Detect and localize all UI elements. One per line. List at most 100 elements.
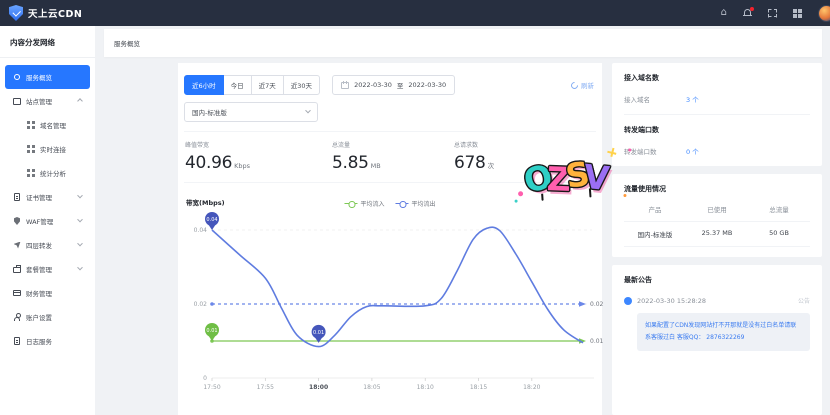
range-button-today[interactable]: 今日 bbox=[223, 75, 252, 95]
ports-row: 转发端口数 0 个 bbox=[624, 146, 810, 156]
ports-count[interactable]: 0 个 bbox=[686, 146, 699, 156]
bandwidth-chart-area: 带宽(Mbps) 平均流入 平均流出 00.020.0417:5017:5518… bbox=[184, 188, 596, 406]
ports-card-title: 转发端口数 bbox=[624, 125, 810, 135]
sidebar-item-realtime-connections[interactable]: 实时连接 bbox=[5, 137, 90, 161]
stats-row: 峰值带宽 40.96 Kbps 总流量 5.85 MB 总请求数 678 次 bbox=[184, 131, 596, 183]
time-range-segmented: 近6小时 今日 近7天 近30天 bbox=[184, 75, 320, 95]
domains-card-title: 接入域名数 bbox=[624, 73, 810, 83]
svg-text:17:55: 17:55 bbox=[257, 384, 274, 391]
stat-peak-bandwidth: 峰值带宽 40.96 Kbps bbox=[184, 140, 331, 173]
domains-row: 接入域名 3 个 bbox=[624, 94, 810, 104]
stat-total-requests: 总请求数 678 次 bbox=[453, 140, 494, 173]
svg-text:0.04: 0.04 bbox=[206, 217, 217, 223]
stat-value: 5.85 bbox=[332, 153, 369, 173]
site-icon bbox=[13, 97, 21, 105]
date-range-picker[interactable]: 2022-03-30 至 2022-03-30 bbox=[332, 75, 455, 95]
main-panel: 近6小时 今日 近7天 近30天 2022-03-30 至 2022-03-30… bbox=[178, 63, 602, 415]
traffic-table-row: 国内-标准版 25.37 MB 50 GB bbox=[624, 222, 810, 247]
svg-text:18:20: 18:20 bbox=[523, 384, 540, 391]
range-button-7d[interactable]: 近7天 bbox=[251, 75, 284, 95]
chevron-down-icon bbox=[77, 193, 83, 199]
sidebar-item-service-overview[interactable]: 服务概览 bbox=[5, 65, 90, 89]
navbar-actions: ⌂ bbox=[721, 5, 830, 22]
sidebar-item-account-settings[interactable]: 账户设置 bbox=[5, 305, 90, 329]
announcement-item[interactable]: 2022-03-30 15:28:28 公告 bbox=[624, 296, 810, 305]
grid-icon bbox=[27, 145, 35, 153]
forward-icon bbox=[13, 241, 21, 249]
stat-unit: MB bbox=[371, 162, 381, 170]
finance-icon bbox=[13, 289, 21, 297]
shield-icon bbox=[13, 217, 21, 225]
chart-title: 带宽(Mbps) bbox=[186, 197, 225, 207]
svg-text:0.01: 0.01 bbox=[590, 338, 604, 345]
date-start: 2022-03-30 bbox=[354, 81, 392, 89]
user-icon bbox=[13, 313, 21, 321]
breadcrumb: 服务概览 bbox=[104, 29, 822, 57]
plan-select[interactable]: 国内-标准版 bbox=[184, 102, 318, 122]
breadcrumb-current: 服务概览 bbox=[114, 38, 140, 48]
package-icon bbox=[13, 265, 21, 273]
grid-icon bbox=[27, 169, 35, 177]
top-navbar: 天上云CDN ⌂ bbox=[0, 0, 830, 26]
sidebar-item-finance[interactable]: 财务管理 bbox=[5, 281, 90, 305]
sidebar-item-certificates[interactable]: 证书管理 bbox=[5, 185, 90, 209]
stat-value: 678 bbox=[454, 153, 486, 173]
svg-text:0.04: 0.04 bbox=[194, 227, 208, 234]
bell-icon[interactable] bbox=[743, 8, 752, 18]
svg-text:0.01: 0.01 bbox=[313, 330, 324, 336]
sidebar-item-log-service[interactable]: 日志服务 bbox=[5, 329, 90, 353]
bandwidth-chart: 00.020.0417:5017:5518:0018:0518:1018:151… bbox=[184, 201, 608, 401]
certificate-icon bbox=[13, 193, 21, 201]
svg-text:0: 0 bbox=[203, 375, 207, 382]
svg-text:18:00: 18:00 bbox=[309, 384, 328, 391]
right-column: 接入域名数 接入域名 3 个 转发端口数 转发端口数 0 个 流量使用情况 产品… bbox=[612, 63, 822, 415]
fullscreen-icon[interactable] bbox=[768, 9, 777, 18]
sidebar-title: 内容分发网络 bbox=[0, 26, 95, 58]
home-icon[interactable]: ⌂ bbox=[721, 8, 727, 18]
range-button-6h[interactable]: 近6小时 bbox=[184, 75, 224, 95]
refresh-icon bbox=[570, 80, 580, 90]
svg-text:0.02: 0.02 bbox=[590, 301, 604, 308]
apps-grid-icon[interactable] bbox=[793, 9, 802, 18]
chart-legend: 平均流入 平均流出 bbox=[344, 199, 435, 208]
overview-icon bbox=[13, 73, 21, 81]
stat-unit: Kbps bbox=[234, 162, 250, 170]
traffic-card-title: 流量使用情况 bbox=[624, 184, 810, 194]
announcement-dot-icon bbox=[624, 297, 632, 305]
traffic-table-header: 产品 已使用 总流量 bbox=[624, 197, 810, 222]
notification-badge bbox=[750, 7, 754, 11]
range-button-30d[interactable]: 近30天 bbox=[283, 75, 320, 95]
svg-text:0.01: 0.01 bbox=[206, 328, 217, 334]
calendar-icon bbox=[341, 81, 349, 89]
sidebar-item-waf[interactable]: WAF管理 bbox=[5, 209, 90, 233]
svg-text:0.02: 0.02 bbox=[194, 301, 208, 308]
legend-item-avg-out[interactable]: 平均流出 bbox=[396, 199, 436, 208]
brand-shield-icon bbox=[9, 5, 23, 21]
announcement-message: 如果配置了CDN发现网站打不开那就是没有过白名单请联系客服过白 客服QQ： 28… bbox=[637, 313, 810, 351]
grid-icon bbox=[27, 121, 35, 129]
domains-count[interactable]: 3 个 bbox=[686, 94, 699, 104]
sidebar-item-site-management[interactable]: 站点管理 bbox=[5, 89, 90, 113]
svg-text:18:10: 18:10 bbox=[417, 384, 434, 391]
avatar[interactable] bbox=[818, 5, 830, 22]
brand-name: 天上云CDN bbox=[28, 6, 82, 20]
sidebar-item-statistics[interactable]: 统计分析 bbox=[5, 161, 90, 185]
legend-item-avg-in[interactable]: 平均流入 bbox=[344, 199, 384, 208]
app-root: 天上云CDN ⌂ 内容分发网络 服务概览 站点管理 域名管理 bbox=[0, 0, 830, 415]
log-icon bbox=[13, 337, 21, 345]
refresh-button[interactable]: 刷新 bbox=[571, 80, 596, 90]
svg-text:18:15: 18:15 bbox=[470, 384, 487, 391]
sidebar-item-domain-management[interactable]: 域名管理 bbox=[5, 113, 90, 137]
plan-row: 国内-标准版 bbox=[184, 102, 596, 122]
stat-total-traffic: 总流量 5.85 MB bbox=[331, 140, 453, 173]
traffic-usage-card: 流量使用情况 产品 已使用 总流量 国内-标准版 25.37 MB 50 GB bbox=[612, 174, 822, 257]
sidebar-item-packages[interactable]: 套餐管理 bbox=[5, 257, 90, 281]
date-end: 2022-03-30 bbox=[408, 81, 446, 89]
stat-value: 40.96 bbox=[185, 153, 232, 173]
card-divider bbox=[624, 114, 810, 115]
brand[interactable]: 天上云CDN bbox=[9, 5, 82, 21]
sidebar-item-layer4-forwarding[interactable]: 四层转发 bbox=[5, 233, 90, 257]
sidebar-menu: 服务概览 站点管理 域名管理 实时连接 统计分析 证书管理 bbox=[0, 58, 95, 360]
stat-unit: 次 bbox=[488, 160, 495, 170]
filter-row: 近6小时 今日 近7天 近30天 2022-03-30 至 2022-03-30… bbox=[184, 75, 596, 95]
